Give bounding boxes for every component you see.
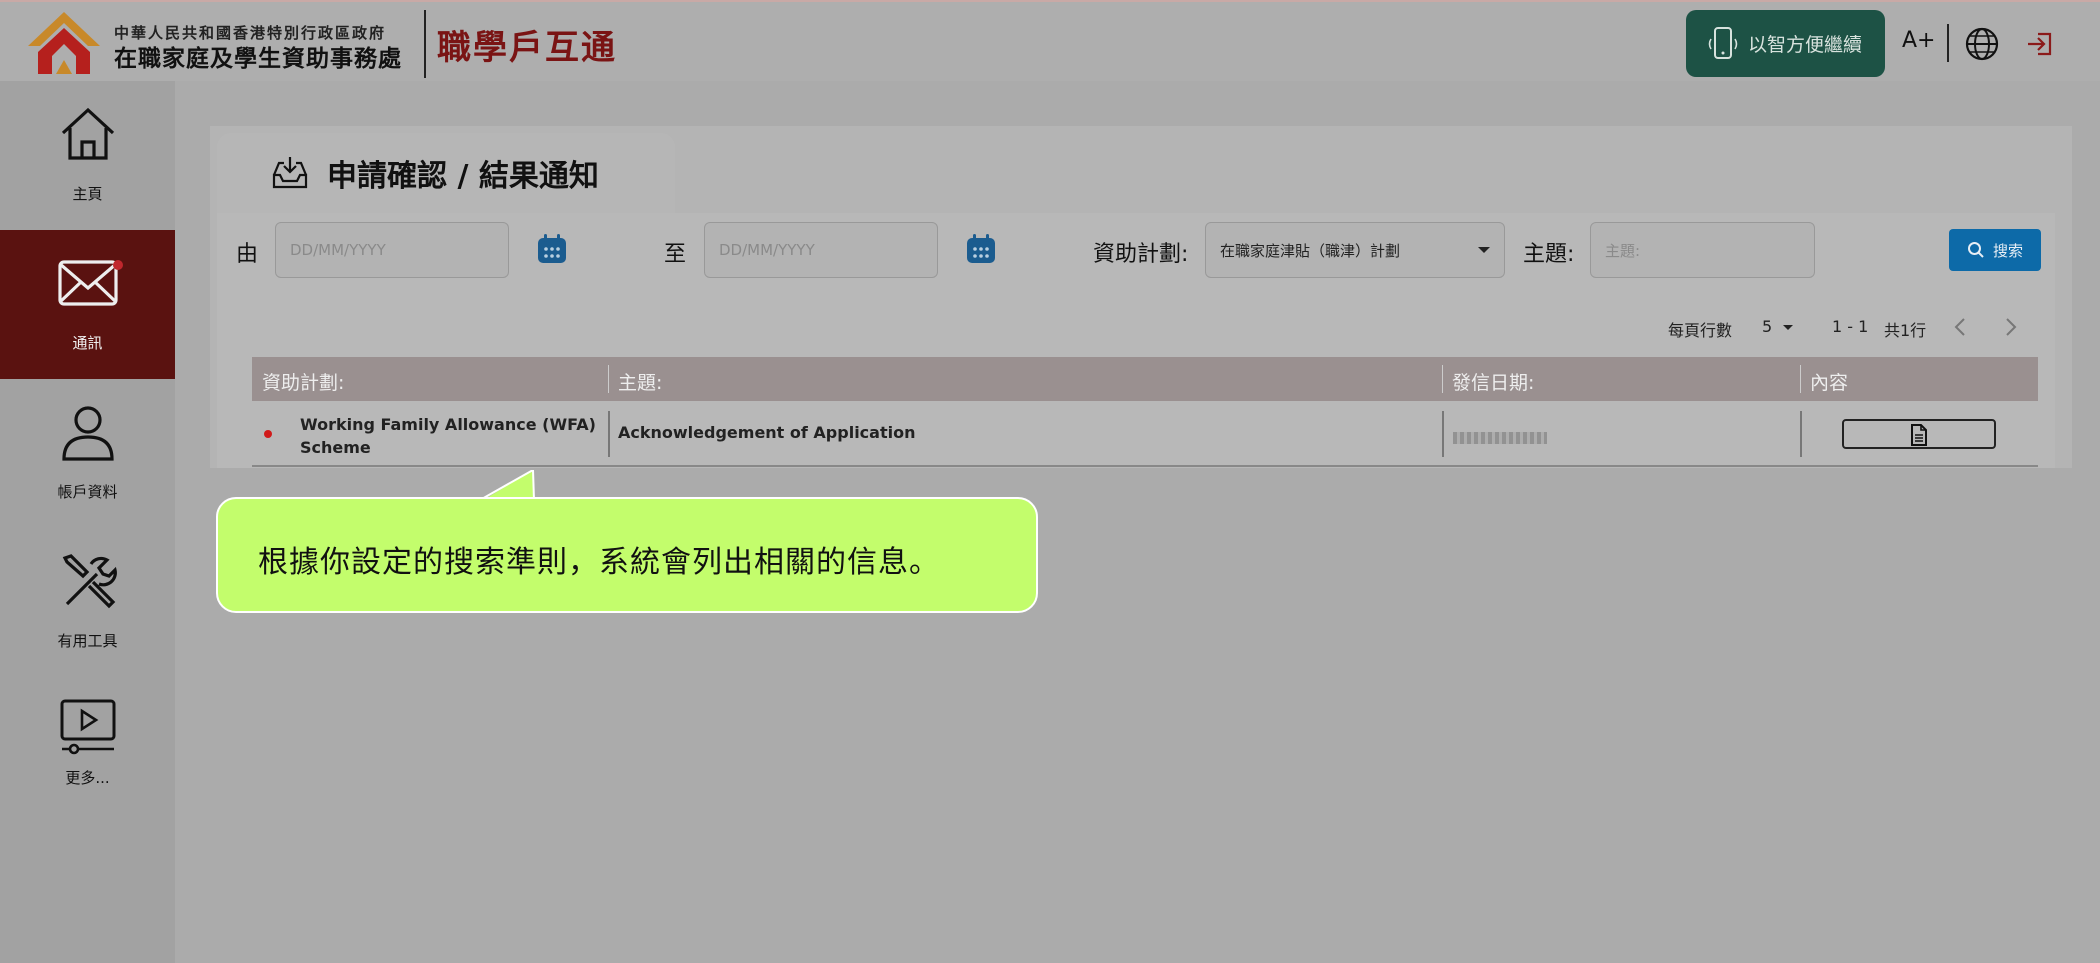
subject-label: 主題: [1523, 242, 1575, 267]
table-row[interactable]: Working Family Allowance (WFA) Scheme Ac… [252, 401, 2038, 467]
chevron-down-icon [1783, 325, 1794, 330]
rows-per-page-label: 每頁行數 [1668, 321, 1733, 340]
col-divider [1442, 365, 1443, 393]
inbox-icon [272, 157, 308, 189]
header-divider [424, 10, 426, 78]
subject-input[interactable]: 主題: [1590, 222, 1815, 278]
home-icon [61, 107, 115, 160]
row-scheme-line1: Working Family Allowance (WFA) [300, 415, 596, 434]
sidebar-item-account[interactable]: 帳戶資料 [0, 379, 175, 528]
from-label: 由 [236, 242, 259, 267]
to-date-input[interactable]: DD/MM/YYYY [704, 222, 938, 278]
page-title: 申請確認 / 結果通知 [327, 159, 599, 194]
sidebar-item-label: 通訊 [72, 334, 103, 352]
scheme-select-value: 在職家庭津貼（職津）計劃 [1220, 241, 1401, 260]
col-divider [608, 411, 610, 457]
header-divider-right [1947, 24, 1949, 62]
row-subject: Acknowledgement of Application [618, 423, 916, 442]
search-button-label: 搜索 [1992, 241, 2023, 260]
view-content-button[interactable] [1842, 419, 1996, 449]
tab-notifications[interactable]: 申請確認 / 結果通知 [217, 133, 675, 213]
scheme-label: 資助計劃: [1093, 242, 1189, 267]
from-date-input[interactable]: DD/MM/YYYY [275, 222, 509, 278]
unread-indicator [264, 430, 272, 438]
tools-icon [62, 554, 117, 609]
sidebar-item-label: 有用工具 [57, 632, 118, 650]
phone-icon [1708, 26, 1738, 59]
sidebar: 主頁 通訊 帳戶資料 有用工具 更多... [0, 81, 175, 963]
calendar-icon[interactable] [964, 232, 998, 266]
sidebar-item-home[interactable]: 主頁 [0, 81, 175, 230]
chevron-left-icon[interactable] [1952, 316, 1968, 338]
pager-range: 1 - 1 [1832, 317, 1869, 336]
row-scheme: Working Family Allowance (WFA) Scheme [300, 413, 596, 459]
brand-title: 職學戶互通 [437, 28, 617, 68]
row-date-redacted [1453, 432, 1547, 444]
callout-text: 根據你設定的搜索準則，系統會列出相關的信息。 [258, 545, 940, 580]
chevron-right-icon[interactable] [2003, 316, 2019, 338]
instruction-callout: 根據你設定的搜索準則，系統會列出相關的信息。 [216, 497, 1038, 613]
sidebar-item-label: 更多... [65, 769, 110, 787]
unread-dot [113, 260, 123, 270]
row-scheme-line2: Scheme [300, 438, 371, 457]
sidebar-item-label: 帳戶資料 [57, 483, 118, 501]
col-divider [608, 365, 609, 393]
header: 中華人民共和國香港特別行政區政府 在職家庭及學生資助事務處 職學戶互通 以智方便… [0, 0, 2100, 81]
wfsfaa-logo [28, 12, 100, 74]
scheme-select[interactable]: 在職家庭津貼（職津）計劃 [1205, 222, 1505, 278]
table-header: 資助計劃: 主題: 發信日期: 內容 [252, 357, 2038, 401]
col-divider [1442, 411, 1444, 457]
user-icon [62, 406, 114, 461]
col-content: 內容 [1810, 372, 1849, 394]
iamsmart-button[interactable]: 以智方便繼續 [1686, 10, 1885, 77]
iamsmart-label: 以智方便繼續 [1748, 34, 1863, 56]
chevron-down-icon [1478, 247, 1490, 253]
rows-per-page-value: 5 [1762, 317, 1773, 336]
sidebar-item-label: 主頁 [72, 185, 103, 203]
col-date: 發信日期: [1452, 372, 1535, 394]
globe-icon[interactable] [1964, 26, 2000, 62]
logout-icon[interactable] [2024, 28, 2056, 60]
pager-total: 共1行 [1884, 321, 1927, 340]
col-divider [1800, 411, 1802, 457]
video-icon [60, 699, 116, 755]
search-button[interactable]: 搜索 [1949, 229, 2041, 271]
calendar-icon[interactable] [535, 232, 569, 266]
col-divider [1800, 365, 1801, 393]
col-scheme: 資助計劃: [262, 372, 345, 394]
col-subject: 主題: [618, 372, 663, 394]
org-name: 在職家庭及學生資助事務處 [114, 46, 402, 72]
document-icon [1911, 424, 1927, 446]
sidebar-item-tools[interactable]: 有用工具 [0, 528, 175, 677]
sidebar-item-mail[interactable]: 通訊 [0, 230, 175, 379]
rows-per-page-select[interactable]: 5 [1762, 317, 1794, 336]
sidebar-item-more[interactable]: 更多... [0, 677, 175, 826]
mail-icon [58, 260, 118, 306]
to-label: 至 [664, 242, 687, 267]
font-size-button[interactable]: A+ [1902, 28, 1935, 53]
search-icon [1967, 242, 1984, 258]
